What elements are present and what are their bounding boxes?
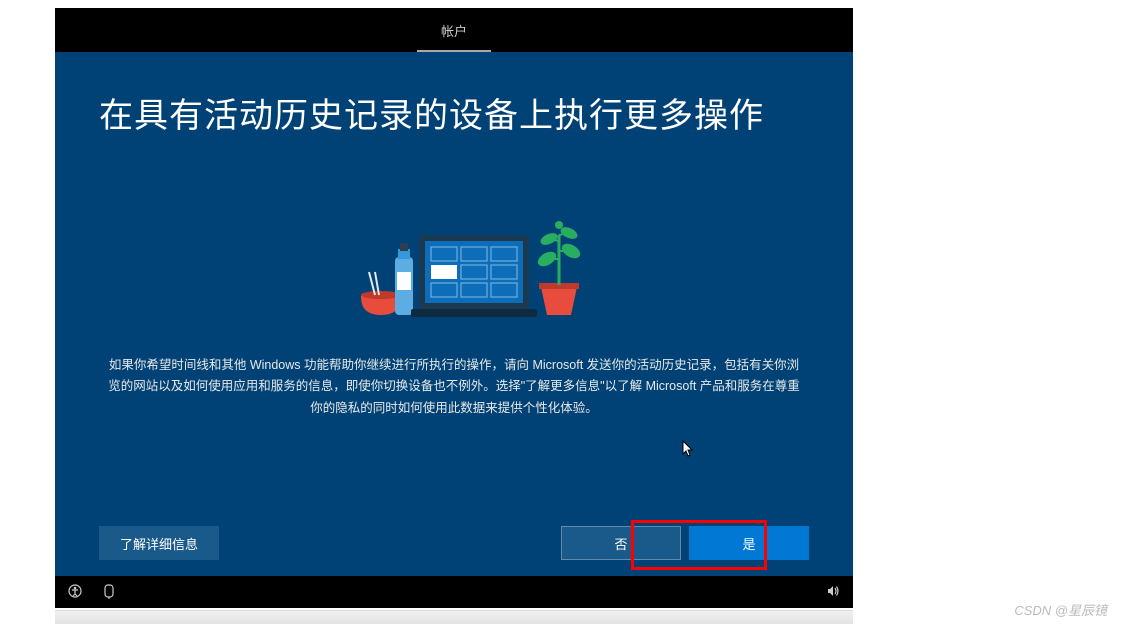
ime-icon[interactable]: [101, 583, 117, 602]
volume-icon[interactable]: [825, 583, 841, 602]
yes-button[interactable]: 是: [689, 526, 809, 560]
watermark: CSDN @星辰镜: [1014, 600, 1107, 619]
description-text: 如果你希望时间线和其他 Windows 功能帮助你继续进行所执行的操作，请向 M…: [99, 355, 809, 419]
accessibility-icon[interactable]: [67, 583, 83, 602]
oobe-setup-window: 帐户 在具有活动历史记录的设备上执行更多操作: [55, 8, 853, 608]
learn-more-button[interactable]: 了解详细信息: [99, 526, 219, 560]
confirm-button-group: 否 是: [561, 526, 809, 560]
page-heading: 在具有活动历史记录的设备上执行更多操作: [99, 88, 809, 137]
main-content: 在具有活动历史记录的设备上执行更多操作: [55, 52, 853, 608]
bottom-status-bar: [55, 576, 853, 608]
no-button[interactable]: 否: [561, 526, 681, 560]
top-bar: 帐户: [55, 8, 853, 52]
taskbar-hint: [55, 610, 853, 624]
tab-account[interactable]: 帐户: [417, 9, 491, 52]
button-row: 了解详细信息 否 是: [55, 526, 853, 560]
activity-history-illustration: [299, 177, 609, 327]
